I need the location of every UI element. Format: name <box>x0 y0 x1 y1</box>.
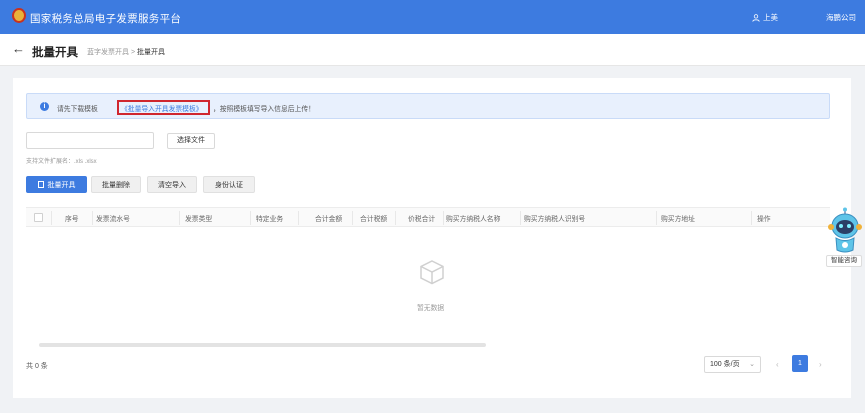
col-buyer-name: 购买方纳税人名称 <box>446 216 501 223</box>
column-divider <box>656 211 657 225</box>
breadcrumb: 蓝字发票开具 > 批量开具 <box>87 47 165 57</box>
user-icon <box>752 13 760 22</box>
smart-consult-widget[interactable]: 智能咨询 <box>826 207 864 269</box>
breadcrumb-separator: > <box>130 49 136 56</box>
file-extension-hint: 支持文件扩展名：.xls .xlsx <box>26 159 97 165</box>
main-panel: i 请先下载模板 《批量导入开具发票模板》 ，按照模板填写导入信息后上传！ 选择… <box>13 78 851 398</box>
document-icon <box>37 181 44 188</box>
download-notice: i 请先下载模板 《批量导入开具发票模板》 ，按照模板填写导入信息后上传！ <box>26 93 830 119</box>
horizontal-scrollbar[interactable] <box>39 343 486 347</box>
next-page-button[interactable]: › <box>819 360 822 369</box>
column-divider <box>250 211 251 225</box>
file-path-input[interactable] <box>26 132 154 149</box>
empty-state-text: 暂无数据 <box>417 305 445 312</box>
empty-box-icon <box>420 260 444 285</box>
column-divider <box>92 211 93 225</box>
top-bar: 国家税务总局电子发票服务平台 上美 海鹏公司 <box>0 0 865 34</box>
column-divider <box>298 211 299 225</box>
col-buyer-address: 购买方地址 <box>661 216 695 223</box>
robot-assistant-icon <box>828 207 862 253</box>
company-name[interactable]: 海鹏公司 <box>826 12 856 23</box>
col-invoice-type: 发票类型 <box>185 216 213 223</box>
notice-prefix: 请先下载模板 <box>57 106 98 113</box>
col-actions: 操作 <box>757 216 771 223</box>
col-invoice-serial: 发票流水号 <box>96 216 130 223</box>
choose-file-button[interactable]: 选择文件 <box>167 133 215 149</box>
col-total-tax: 合计税额 <box>360 216 388 223</box>
sub-header: ← 批量开具 蓝字发票开具 > 批量开具 <box>0 34 865 66</box>
col-price-tax-total: 价税合计 <box>408 216 436 223</box>
app-title: 国家税务总局电子发票服务平台 <box>30 13 182 25</box>
back-arrow-icon[interactable]: ← <box>12 42 25 56</box>
batch-delete-button[interactable]: 批量删除 <box>91 176 141 193</box>
column-divider <box>395 211 396 225</box>
user-menu[interactable]: 上美 <box>752 12 778 23</box>
info-icon: i <box>40 102 49 111</box>
chevron-down-icon: ⌄ <box>749 361 755 368</box>
template-download-link[interactable]: 《批量导入开具发票模板》 <box>117 100 210 115</box>
column-divider <box>751 211 752 225</box>
prev-page-button[interactable]: ‹ <box>776 360 779 369</box>
page-size-select[interactable]: 100 条/页 ⌄ <box>704 356 761 373</box>
identity-auth-button[interactable]: 身份认证 <box>203 176 255 193</box>
column-divider <box>51 211 52 225</box>
column-divider <box>352 211 353 225</box>
col-total-amount: 合计金额 <box>315 216 343 223</box>
batch-issue-label: 批量开具 <box>47 182 76 189</box>
breadcrumb-item-parent[interactable]: 蓝字发票开具 <box>87 49 129 56</box>
select-all-checkbox[interactable] <box>34 213 43 222</box>
user-name: 上美 <box>763 13 778 22</box>
notice-suffix: ，按照模板填写导入信息后上传！ <box>213 106 315 113</box>
page-title: 批量开具 <box>32 47 78 59</box>
col-serial: 序号 <box>65 216 79 223</box>
page-number-button[interactable]: 1 <box>792 355 808 372</box>
column-divider <box>179 211 180 225</box>
tax-emblem-icon <box>12 8 26 23</box>
total-count: 共 0 条 <box>26 363 48 370</box>
column-divider <box>443 211 444 225</box>
col-buyer-tax-id: 购买方纳税人识别号 <box>524 216 586 223</box>
breadcrumb-item-current: 批量开具 <box>137 49 165 56</box>
page-size-value: 100 条/页 <box>710 361 740 368</box>
col-special-business: 特定业务 <box>256 216 284 223</box>
table-header: 序号 发票流水号 发票类型 特定业务 合计金额 合计税额 价税合计 购买方纳税人… <box>26 207 830 227</box>
column-divider <box>520 211 521 225</box>
batch-issue-button[interactable]: 批量开具 <box>26 176 87 193</box>
clear-import-button[interactable]: 清空导入 <box>147 176 197 193</box>
smart-consult-label: 智能咨询 <box>826 255 862 267</box>
